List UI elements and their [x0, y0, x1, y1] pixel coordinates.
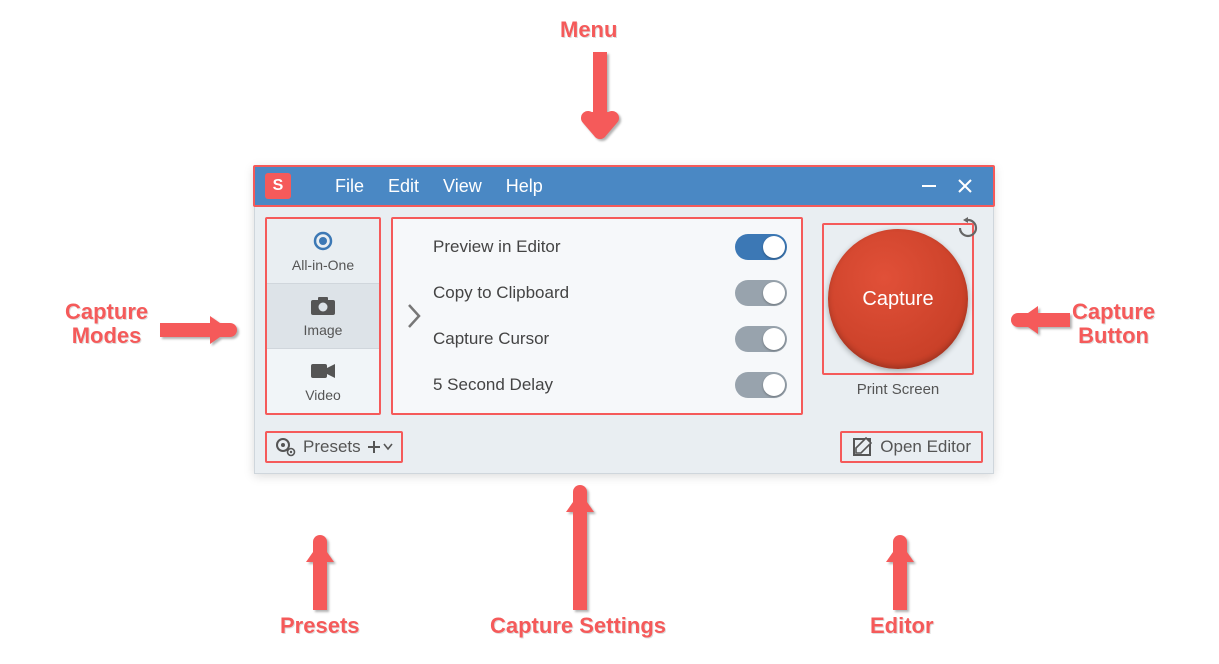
mode-label: All-in-One — [292, 257, 354, 273]
annotation-capture-modes: Capture Modes — [65, 300, 148, 348]
setting-capture-cursor: Capture Cursor — [433, 326, 787, 352]
mode-label: Image — [304, 322, 343, 338]
presets-label: Presets — [303, 437, 361, 457]
chevron-right-icon — [406, 302, 422, 330]
open-editor-button[interactable]: Open Editor — [840, 431, 983, 463]
setting-label: Capture Cursor — [433, 329, 549, 349]
mode-all-in-one[interactable]: All-in-One — [267, 219, 379, 283]
toggle-5-second-delay[interactable] — [735, 372, 787, 398]
annotation-arrow-up-icon — [880, 520, 920, 615]
presets-add-button[interactable] — [367, 440, 393, 454]
annotation-capture-settings: Capture Settings — [490, 614, 666, 638]
app-window: S File Edit View Help All-in-One — [254, 166, 994, 474]
capture-settings-panel: Preview in Editor Copy to Clipboard Capt… — [391, 217, 803, 415]
toggle-copy-to-clipboard[interactable] — [735, 280, 787, 306]
toggle-capture-cursor[interactable] — [735, 326, 787, 352]
capture-button-highlight: Capture — [822, 223, 974, 375]
app-logo-icon: S — [265, 173, 291, 199]
close-icon — [956, 177, 974, 195]
capture-button-panel: Capture Print Screen — [813, 217, 983, 415]
capture-hotkey-label: Print Screen — [857, 381, 940, 398]
caret-down-icon — [383, 443, 393, 451]
menu-edit[interactable]: Edit — [376, 176, 431, 197]
open-editor-label: Open Editor — [880, 437, 971, 457]
menu-file[interactable]: File — [323, 176, 376, 197]
close-button[interactable] — [947, 171, 983, 201]
annotation-capture-button: Capture Button — [1072, 300, 1155, 348]
setting-preview-in-editor: Preview in Editor — [433, 234, 787, 260]
undo-icon — [957, 217, 979, 239]
video-camera-icon — [310, 359, 336, 383]
footer-row: Presets Open Editor — [255, 425, 993, 473]
minimize-icon — [920, 177, 938, 195]
setting-label: Copy to Clipboard — [433, 283, 569, 303]
mode-image[interactable]: Image — [267, 283, 379, 348]
annotation-arrow-up-icon — [560, 470, 600, 615]
annotation-presets: Presets — [280, 614, 360, 638]
plus-icon — [367, 440, 381, 454]
menu-help[interactable]: Help — [494, 176, 555, 197]
expand-chevron[interactable] — [401, 227, 427, 405]
toggle-preview-in-editor[interactable] — [735, 234, 787, 260]
menu-view[interactable]: View — [431, 176, 494, 197]
setting-label: 5 Second Delay — [433, 375, 553, 395]
reset-button[interactable] — [957, 217, 979, 244]
setting-copy-to-clipboard: Copy to Clipboard — [433, 280, 787, 306]
annotation-menu: Menu — [560, 18, 617, 42]
minimize-button[interactable] — [911, 171, 947, 201]
annotation-arrow-right-icon — [160, 310, 255, 355]
annotation-arrow-down-icon — [580, 52, 620, 167]
titlebar: S File Edit View Help — [253, 165, 995, 207]
annotation-editor: Editor — [870, 614, 934, 638]
circle-target-icon — [312, 229, 334, 253]
annotation-arrow-up-icon — [300, 520, 340, 615]
capture-button[interactable]: Capture — [828, 229, 968, 369]
mode-label: Video — [305, 387, 341, 403]
camera-icon — [310, 294, 336, 318]
setting-label: Preview in Editor — [433, 237, 561, 257]
annotation-arrow-left-icon — [1000, 300, 1070, 345]
setting-5-second-delay: 5 Second Delay — [433, 372, 787, 398]
edit-square-icon — [852, 437, 872, 457]
capture-modes-panel: All-in-One Image Video — [265, 217, 381, 415]
presets-button[interactable]: Presets — [265, 431, 403, 463]
gear-icon — [275, 437, 297, 457]
mode-video[interactable]: Video — [267, 348, 379, 413]
